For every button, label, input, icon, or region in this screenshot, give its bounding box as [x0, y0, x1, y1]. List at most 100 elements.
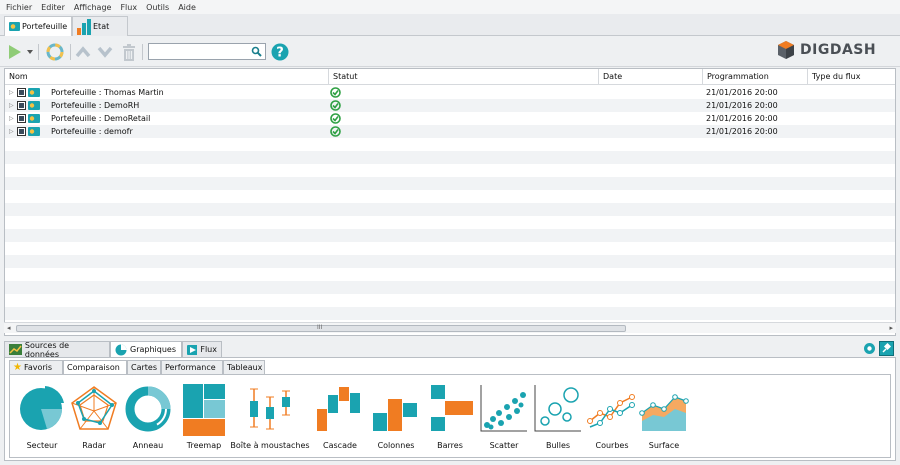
- charts-panel: ★ Favoris Comparaison Cartes Performance…: [4, 357, 896, 461]
- expand-arrow-icon[interactable]: ▷: [9, 128, 14, 135]
- scrollbar-thumb[interactable]: III: [16, 324, 626, 332]
- run-button[interactable]: [6, 43, 24, 61]
- column-header-type-du-flux[interactable]: Type du flux: [808, 69, 895, 85]
- row-schedule: 21/01/2016 20:00: [706, 101, 778, 110]
- portefeuille-icon: [27, 101, 40, 110]
- subtab-cartes-label: Cartes: [131, 363, 158, 372]
- chart-type-surface[interactable]: Surface: [636, 383, 692, 455]
- portefeuille-icon: [9, 22, 20, 31]
- checkbox-icon[interactable]: [16, 114, 26, 123]
- play-icon: [9, 45, 21, 59]
- subtab-tableaux-label: Tableaux: [227, 363, 263, 372]
- subtab-comparaison[interactable]: Comparaison: [63, 360, 127, 374]
- menu-affichage[interactable]: Affichage: [74, 3, 112, 12]
- run-dropdown-button[interactable]: [25, 43, 35, 61]
- menu-bar: Fichier Editer Affichage Flux Outils Aid…: [0, 0, 900, 14]
- scroll-left-arrow-icon[interactable]: ◂: [7, 324, 11, 332]
- tab-portefeuille-label: Portefeuille: [22, 22, 68, 31]
- horizontal-scrollbar[interactable]: ◂ III ▸: [4, 322, 896, 333]
- menu-aide[interactable]: Aide: [178, 3, 196, 12]
- checkbox-icon[interactable]: [16, 127, 26, 136]
- refresh-button[interactable]: [44, 43, 66, 61]
- tab-graphiques-label: Graphiques: [130, 345, 176, 354]
- chart-label: Surface: [648, 441, 680, 450]
- subtab-performance[interactable]: Performance: [161, 360, 223, 374]
- tab-flux[interactable]: Flux: [182, 341, 222, 357]
- column-header-programmation[interactable]: Programmation: [703, 69, 808, 85]
- column-header-date[interactable]: Date: [599, 69, 703, 85]
- digdash-logo-icon: [778, 41, 794, 59]
- area-chart-icon: [639, 394, 689, 431]
- expand-arrow-icon[interactable]: ▷: [9, 102, 14, 109]
- bottom-tab-bar: Sources de données Graphiques Flux: [4, 340, 896, 359]
- table-row[interactable]: ▷ Portefeuille : DemoRH 21/01/2016 20:00: [5, 99, 895, 112]
- row-icons: ▷: [9, 127, 42, 136]
- menu-outils[interactable]: Outils: [146, 3, 169, 12]
- expand-arrow-icon[interactable]: ▷: [9, 89, 14, 96]
- chart-type-boite-a-moustaches[interactable]: Boîte à moustaches: [230, 383, 310, 455]
- portfolio-table: Nom Statut Date Programmation Type du fl…: [4, 68, 896, 336]
- empty-row: [5, 229, 895, 242]
- svg-text:?: ?: [276, 46, 284, 61]
- chevron-down-icon: [97, 46, 113, 58]
- line-chart-icon: [587, 394, 635, 428]
- portefeuille-icon: [27, 127, 40, 136]
- tab-sources-de-donnees[interactable]: Sources de données: [4, 340, 110, 359]
- subtab-tableaux[interactable]: Tableaux: [223, 360, 265, 374]
- toolbar: ?: [0, 37, 900, 67]
- subtab-performance-label: Performance: [165, 363, 216, 372]
- menu-editer[interactable]: Editer: [41, 3, 65, 12]
- expand-arrow-icon[interactable]: ▷: [9, 115, 14, 122]
- empty-row: [5, 255, 895, 268]
- table-row[interactable]: ▷ Portefeuille : DemoRetail 21/01/2016 20:…: [5, 112, 895, 125]
- boxplot-chart-icon: [250, 388, 290, 430]
- toolbar-separator: [38, 44, 39, 60]
- move-up-button[interactable]: [74, 43, 92, 61]
- table-row[interactable]: ▷ Portefeuille : demofr 21/01/2016 20:00: [5, 125, 895, 138]
- help-button[interactable]: ?: [270, 43, 290, 61]
- tab-flux-label: Flux: [200, 345, 217, 354]
- pin-icon: [882, 342, 892, 353]
- subtab-cartes[interactable]: Cartes: [127, 360, 161, 374]
- gear-icon: [864, 343, 875, 354]
- trash-icon: [123, 43, 135, 61]
- search-input[interactable]: [149, 44, 247, 59]
- radar-chart-icon: [71, 386, 117, 430]
- search-icon[interactable]: [251, 46, 262, 59]
- portefeuille-icon: [27, 114, 40, 123]
- scroll-right-arrow-icon[interactable]: ▸: [889, 324, 893, 332]
- row-icons: ▷: [9, 101, 42, 110]
- tab-graphiques[interactable]: Graphiques: [110, 341, 182, 357]
- top-tab-bar: Portefeuille Etat: [0, 14, 900, 36]
- column-header-statut[interactable]: Statut: [329, 69, 599, 85]
- delete-button[interactable]: [121, 43, 137, 61]
- settings-button[interactable]: [863, 342, 876, 357]
- toolbar-separator: [70, 44, 71, 60]
- tab-etat-label: Etat: [93, 22, 110, 31]
- brand-logo: DIGDASH: [776, 40, 876, 60]
- search-box: [148, 43, 266, 60]
- empty-row: [5, 294, 895, 307]
- bar-chart-icon: [431, 385, 473, 431]
- table-row[interactable]: ▷ Portefeuille : Thomas Martin 21/01/2016 …: [5, 86, 895, 99]
- empty-row: [5, 268, 895, 281]
- help-icon: ?: [271, 43, 289, 61]
- tab-portefeuille[interactable]: Portefeuille: [4, 16, 72, 36]
- brand-name: DIGDASH: [800, 42, 877, 58]
- row-schedule: 21/01/2016 20:00: [706, 88, 778, 97]
- checkbox-icon[interactable]: [16, 88, 26, 97]
- tab-etat[interactable]: Etat: [72, 16, 128, 36]
- subtab-favoris[interactable]: ★ Favoris: [9, 360, 63, 374]
- pie-chart-icon: [20, 386, 64, 430]
- empty-row: [5, 151, 895, 164]
- empty-row: [5, 138, 895, 151]
- pin-button[interactable]: [879, 341, 894, 356]
- menu-flux[interactable]: Flux: [120, 3, 137, 12]
- portefeuille-icon: [27, 88, 40, 97]
- tab-sources-label: Sources de données: [24, 340, 70, 359]
- move-down-button[interactable]: [96, 43, 114, 61]
- column-header-nom[interactable]: Nom: [5, 69, 329, 85]
- checkbox-icon[interactable]: [16, 101, 26, 110]
- menu-fichier[interactable]: Fichier: [6, 3, 32, 12]
- chevron-up-icon: [75, 46, 91, 58]
